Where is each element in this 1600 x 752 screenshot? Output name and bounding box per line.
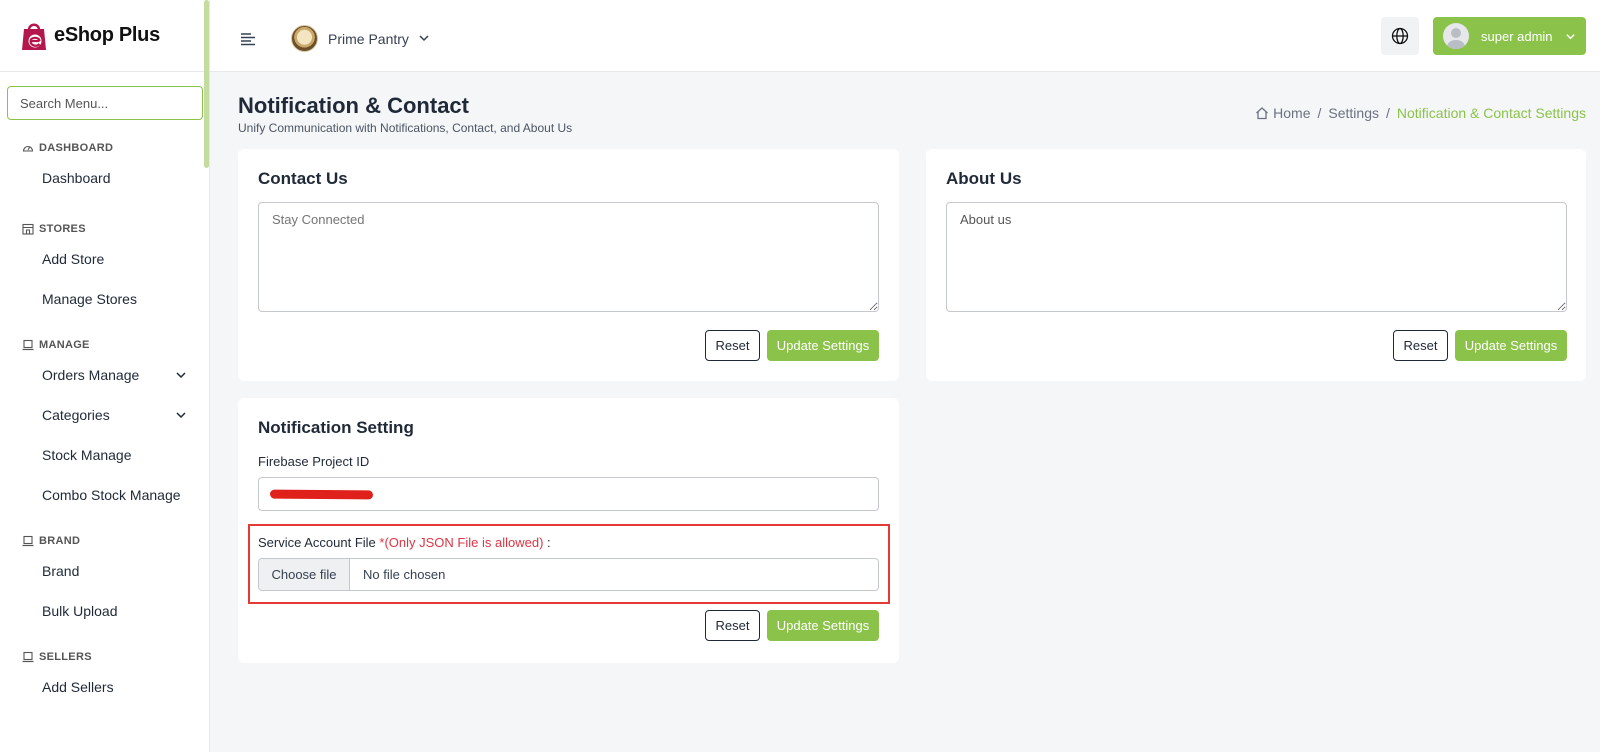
nav-section-dashboard: DASHBOARD <box>0 138 209 158</box>
notification-setting-title: Notification Setting <box>258 418 414 437</box>
page-subtitle: Unify Communication with Notifications, … <box>238 121 573 135</box>
required-note: *(Only JSON File is allowed) <box>379 535 544 550</box>
gauge-icon <box>22 145 34 152</box>
chevron-down-icon <box>176 372 186 379</box>
about-us-textarea[interactable]: About us <box>946 202 1567 312</box>
contact-us-textarea[interactable] <box>258 202 879 312</box>
store-icon <box>22 223 34 235</box>
nav-section-sellers: SELLERS <box>0 647 209 667</box>
file-status: No file chosen <box>363 567 446 582</box>
brand[interactable]: eShop Plus <box>0 0 209 72</box>
breadcrumb-separator: / <box>1386 105 1390 121</box>
contact-reset-button[interactable]: Reset <box>705 330 760 361</box>
breadcrumb-current: Notification & Contact Settings <box>1396 105 1586 121</box>
menu-toggle-icon[interactable] <box>240 32 256 46</box>
nav-section-manage: MANAGE <box>0 335 209 355</box>
sidebar-item-manage-stores[interactable]: Manage Stores <box>0 279 209 319</box>
laptop-icon <box>22 339 34 351</box>
sidebar-item-brand[interactable]: Brand <box>0 551 209 591</box>
notification-update-button[interactable]: Update Settings <box>767 610 879 641</box>
contact-us-card: Contact Us Reset Update Settings <box>238 149 899 381</box>
sidebar-item-dashboard[interactable]: Dashboard <box>0 158 209 198</box>
sidebar-item-categories[interactable]: Categories <box>0 395 209 435</box>
topbar: Prime Pantry super admin <box>210 0 1600 72</box>
contact-us-title: Contact Us <box>258 169 348 188</box>
language-button[interactable] <box>1381 17 1419 55</box>
about-us-card: About Us About us Reset Update Settings <box>926 149 1586 381</box>
chevron-down-icon[interactable] <box>418 32 430 44</box>
chevron-down-icon <box>1565 33 1575 39</box>
app-name: eShop Plus <box>54 24 160 46</box>
globe-icon <box>1391 27 1409 45</box>
service-account-file-input[interactable]: Choose file No file chosen <box>258 558 879 591</box>
chevron-down-icon <box>176 412 186 419</box>
about-reset-button[interactable]: Reset <box>1393 330 1448 361</box>
laptop-icon <box>22 651 34 663</box>
nav-section-brand: BRAND <box>0 531 209 551</box>
sidebar-item-combo-stock-manage[interactable]: Combo Stock Manage <box>0 475 209 515</box>
notification-setting-card: Notification Setting Firebase Project ID… <box>238 398 899 663</box>
search-menu-input[interactable] <box>7 86 203 120</box>
sidebar: eShop Plus DASHBOARD Dashboard STORES Ad… <box>0 0 210 752</box>
sidebar-item-orders-manage[interactable]: Orders Manage <box>0 355 209 395</box>
laptop-icon <box>22 535 34 547</box>
breadcrumb-settings[interactable]: Settings <box>1328 105 1379 121</box>
sidebar-scrollbar[interactable] <box>204 0 209 168</box>
avatar <box>1443 23 1469 49</box>
home-icon <box>1256 107 1269 120</box>
about-us-title: About Us <box>946 169 1022 188</box>
breadcrumb-separator: / <box>1317 105 1322 121</box>
firebase-project-id-input[interactable] <box>258 477 879 511</box>
firebase-project-id-label: Firebase Project ID <box>258 454 370 469</box>
store-logo[interactable] <box>291 25 318 52</box>
service-account-file-label: Service Account File *(Only JSON File is… <box>258 535 551 550</box>
breadcrumb: Home / Settings / Notification & Contact… <box>1255 105 1586 121</box>
user-menu-button[interactable]: super admin <box>1433 17 1586 55</box>
nav-section-stores: STORES <box>0 219 209 239</box>
notification-reset-button[interactable]: Reset <box>705 610 760 641</box>
sidebar-item-add-store[interactable]: Add Store <box>0 239 209 279</box>
choose-file-button[interactable]: Choose file <box>259 559 350 590</box>
sidebar-item-stock-manage[interactable]: Stock Manage <box>0 435 209 475</box>
redaction-mark <box>269 489 374 500</box>
user-name: super admin <box>1481 28 1553 44</box>
shopping-bag-logo-icon <box>22 23 46 50</box>
breadcrumb-home[interactable]: Home <box>1273 105 1310 121</box>
sidebar-item-add-sellers[interactable]: Add Sellers <box>0 667 209 707</box>
contact-update-button[interactable]: Update Settings <box>767 330 879 361</box>
about-update-button[interactable]: Update Settings <box>1455 330 1567 361</box>
page-title: Notification & Contact <box>238 93 469 118</box>
store-name[interactable]: Prime Pantry <box>328 31 409 47</box>
sidebar-item-bulk-upload[interactable]: Bulk Upload <box>0 591 209 631</box>
